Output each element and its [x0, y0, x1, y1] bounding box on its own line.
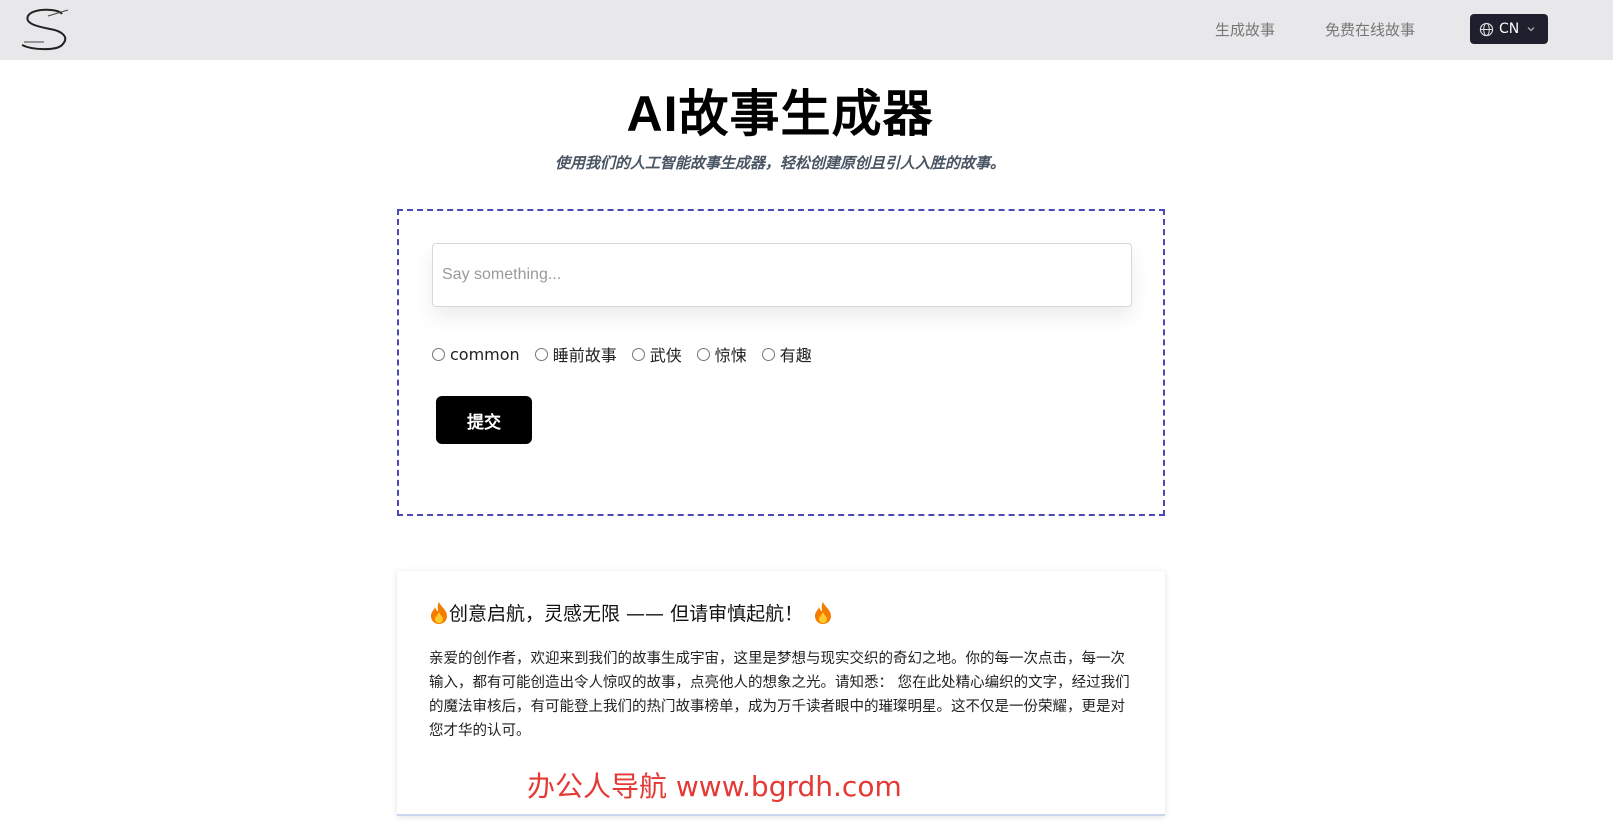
notice-heading-text: 创意启航，灵感无限 —— 但请审慎起航！ — [449, 603, 804, 625]
notice-body: 亲爱的创作者，欢迎来到我们的故事生成宇宙，这里是梦想与现实交织的奇幻之地。你的每… — [429, 651, 1130, 739]
category-option[interactable]: common — [432, 345, 520, 364]
category-label: 惊悚 — [714, 346, 747, 365]
submit-button[interactable]: 提交 — [436, 396, 532, 444]
nav-generate-story[interactable]: 生成故事 — [1215, 19, 1275, 40]
fire-icon — [813, 601, 833, 625]
category-radio-group: common 睡前故事 武侠 惊悚 有趣 — [432, 342, 827, 366]
page-title: AI故事生成器 — [626, 86, 934, 142]
page-subtitle: 使用我们的人工智能故事生成器，轻松创建原创且引人入胜的故事。 — [554, 154, 1005, 172]
language-selector[interactable]: CN — [1470, 14, 1548, 44]
category-label: 睡前故事 — [552, 346, 617, 365]
chevron-down-icon — [1526, 24, 1536, 34]
prompt-input[interactable] — [432, 243, 1132, 307]
category-label: common — [450, 344, 520, 364]
category-option[interactable]: 睡前故事 — [534, 342, 617, 366]
category-radio[interactable] — [696, 347, 710, 361]
story-form: common 睡前故事 武侠 惊悚 有趣 提交 — [397, 209, 1165, 516]
nav-free-online-stories[interactable]: 免费在线故事 — [1325, 19, 1415, 40]
category-option[interactable]: 武侠 — [631, 342, 682, 366]
watermark-text: 办公人导航 www.bgrdh.com — [527, 770, 902, 803]
category-label: 有趣 — [779, 346, 812, 365]
category-option[interactable]: 有趣 — [761, 342, 812, 366]
category-radio[interactable] — [432, 347, 445, 361]
globe-icon — [1479, 22, 1494, 37]
notice-heading: 创意启航，灵感无限 —— 但请审慎起航！ — [429, 599, 833, 626]
category-option[interactable]: 惊悚 — [696, 342, 747, 366]
top-navbar: 生成故事 免费在线故事 CN — [0, 0, 1613, 60]
notice-card: 创意启航，灵感无限 —— 但请审慎起航！ 亲爱的创作者，欢迎来到我们的故事生成宇… — [397, 571, 1165, 816]
language-label: CN — [1499, 21, 1520, 37]
category-label: 武侠 — [649, 346, 682, 365]
category-radio[interactable] — [761, 347, 775, 361]
category-radio[interactable] — [631, 347, 645, 361]
fire-icon — [429, 601, 449, 625]
category-radio[interactable] — [534, 347, 548, 361]
s-logo-icon[interactable] — [18, 4, 76, 54]
